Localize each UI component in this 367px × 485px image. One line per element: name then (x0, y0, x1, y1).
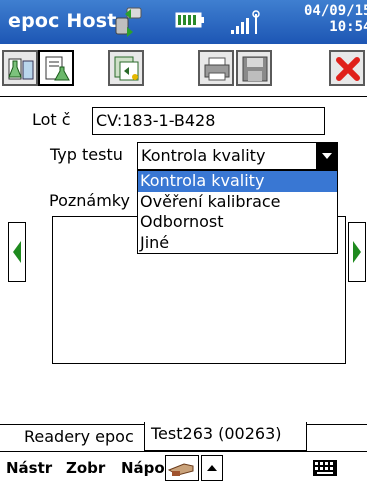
menu-help[interactable]: Nápo (121, 459, 165, 477)
battery-icon[interactable] (175, 12, 205, 32)
hand-icon (167, 463, 194, 476)
lot-label: Lot č (32, 110, 71, 129)
arrow-right-icon (353, 241, 361, 263)
chevron-up-icon (207, 465, 217, 471)
chevron-down-icon (322, 153, 332, 159)
tab-readers[interactable]: Readery epoc (18, 424, 144, 450)
reagent-button[interactable] (2, 50, 38, 86)
time-text: 10:54 (329, 19, 367, 35)
save-button[interactable] (236, 50, 272, 86)
input-panel-button[interactable] (201, 455, 223, 481)
notes-label: Poznámky (49, 191, 130, 210)
test-type-select[interactable]: Kontrola kvality (137, 142, 338, 170)
tab-test[interactable]: Test263 (00263) (144, 422, 307, 451)
reagent-icon (8, 58, 34, 80)
dropdown-arrow[interactable] (316, 142, 338, 169)
sync-icon[interactable] (113, 6, 145, 42)
option-quality-control[interactable]: Kontrola kvality (138, 171, 337, 192)
clock[interactable]: 04/09/15 10:54 (304, 3, 367, 35)
document-icon (114, 56, 139, 81)
signal-strength-icon[interactable] (229, 8, 263, 40)
menu-tools[interactable]: Nástr (6, 459, 52, 477)
test-type-label: Typ testu (50, 145, 123, 164)
lot-input[interactable]: CV:183-1-B428 (92, 107, 325, 135)
menu-bar: Nástr Zobr Nápo (0, 451, 367, 485)
printer-icon (204, 57, 230, 81)
close-button[interactable] (329, 50, 365, 86)
test-type-dropdown: Kontrola kvality Ověření kalibrace Odbor… (137, 170, 338, 254)
menu-view[interactable]: Zobr (66, 459, 105, 477)
date-text: 04/09/15 (304, 3, 367, 19)
toolbar (0, 46, 367, 97)
print-button[interactable] (198, 50, 234, 86)
flask-icon (45, 56, 70, 81)
floppy-disk-icon (242, 56, 268, 82)
document-button[interactable] (108, 50, 144, 86)
next-button[interactable] (348, 222, 366, 282)
arrow-left-icon (13, 241, 21, 263)
tab-bar: Readery epoc Test263 (00263) (0, 422, 367, 451)
keyboard-icon[interactable] (312, 459, 338, 481)
app-title: epoc Host (8, 10, 117, 32)
option-other[interactable]: Jiné (138, 233, 337, 254)
title-bar: epoc Host 04/09/15 10:54 (0, 0, 367, 44)
language-button[interactable] (165, 455, 199, 481)
flask-button[interactable] (38, 50, 74, 86)
close-icon (336, 57, 360, 81)
option-proficiency[interactable]: Odbornost (138, 212, 337, 233)
option-calibration-verification[interactable]: Ověření kalibrace (138, 192, 337, 213)
prev-button[interactable] (8, 222, 26, 282)
